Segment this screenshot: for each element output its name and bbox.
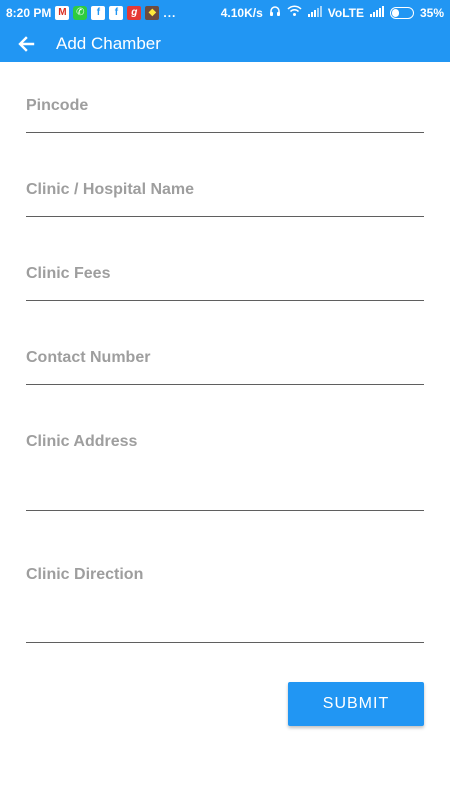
back-button[interactable] xyxy=(0,25,52,62)
status-right: 4.10K/s VoLTE 35% xyxy=(221,5,444,20)
wifi-icon xyxy=(287,5,302,20)
phone-icon: ✆ xyxy=(73,5,88,20)
signal-icon-2 xyxy=(369,5,384,20)
status-bar: 8:20 PM M ✆ f f g ◆ ... 4.10K/s VoLTE 35… xyxy=(0,0,450,25)
status-left: 8:20 PM M ✆ f f g ◆ ... xyxy=(6,5,177,20)
signal-icon xyxy=(307,5,322,20)
arrow-back-icon xyxy=(18,35,35,52)
app-bar: Add Chamber xyxy=(0,25,450,62)
page-title: Add Chamber xyxy=(56,33,161,53)
add-chamber-screen: 8:20 PM M ✆ f f g ◆ ... 4.10K/s VoLTE 35… xyxy=(0,0,450,800)
battery-icon xyxy=(389,6,414,19)
pincode-label: Pincode xyxy=(26,97,89,114)
carrier-label: VoLTE xyxy=(327,5,364,20)
game-icon: ◆ xyxy=(145,5,160,20)
more-notifications-indicator: ... xyxy=(163,5,177,20)
clinic-direction-field[interactable]: Clinic Direction xyxy=(26,557,424,643)
status-time: 8:20 PM xyxy=(6,5,52,20)
clinic-direction-label: Clinic Direction xyxy=(26,566,144,583)
battery-fill xyxy=(391,8,399,17)
battery-percent: 35% xyxy=(419,5,444,20)
pincode-field[interactable]: Pincode xyxy=(26,88,424,133)
facebook-icon: f xyxy=(109,5,124,20)
headset-icon xyxy=(269,5,281,20)
clinic-address-label: Clinic Address xyxy=(26,433,138,450)
clinic-name-field[interactable]: Clinic / Hospital Name xyxy=(26,172,424,217)
clinic-fees-label: Clinic Fees xyxy=(26,265,111,282)
clinic-name-label: Clinic / Hospital Name xyxy=(26,181,195,198)
clinic-fees-field[interactable]: Clinic Fees xyxy=(26,256,424,301)
app-g-icon: g xyxy=(127,5,142,20)
contact-number-label: Contact Number xyxy=(26,349,151,366)
submit-button[interactable]: SUBMIT xyxy=(288,682,424,726)
facebook-icon: f xyxy=(91,5,106,20)
network-speed: 4.10K/s xyxy=(220,5,263,20)
contact-number-field[interactable]: Contact Number xyxy=(26,340,424,385)
gmail-icon: M xyxy=(55,5,70,20)
clinic-address-field[interactable]: Clinic Address xyxy=(26,424,424,511)
